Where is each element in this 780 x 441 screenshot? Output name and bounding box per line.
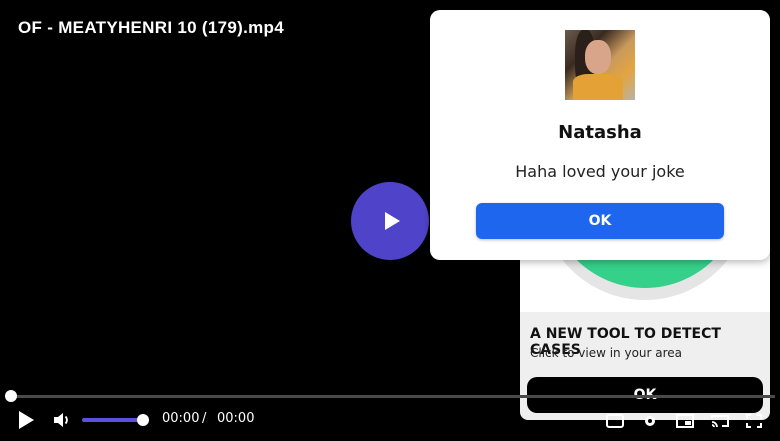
- progress-handle[interactable]: [5, 390, 17, 402]
- ad-subtitle: Click to view in your area: [530, 346, 683, 360]
- avatar-top: [573, 74, 623, 100]
- sender-name: Natasha: [558, 122, 642, 143]
- notification-ok-button[interactable]: OK: [476, 203, 724, 239]
- time-separator: /: [202, 411, 207, 426]
- notification-message: Haha loved your joke: [515, 162, 685, 181]
- avatar: [565, 30, 635, 100]
- volume-slider[interactable]: [82, 418, 144, 422]
- video-title: OF - MEATYHENRI 10 (179).mp4: [18, 18, 284, 37]
- captions-icon[interactable]: [606, 414, 624, 428]
- settings-icon[interactable]: [642, 413, 658, 429]
- avatar-face: [585, 40, 611, 74]
- cast-icon[interactable]: [711, 414, 729, 428]
- fullscreen-icon[interactable]: [746, 414, 762, 428]
- volume-handle[interactable]: [137, 414, 149, 426]
- progress-bar[interactable]: [10, 395, 775, 398]
- notification-dialog: Natasha Haha loved your joke OK: [430, 10, 770, 260]
- play-icon: [385, 212, 400, 230]
- duration: 00:00: [217, 411, 255, 426]
- volume-icon[interactable]: [52, 410, 72, 430]
- picture-in-picture-icon[interactable]: [676, 414, 694, 428]
- ad-card[interactable]: A NEW TOOL TO DETECT CASES Click to view…: [520, 240, 770, 420]
- current-time: 00:00: [162, 411, 200, 426]
- control-play-button[interactable]: [19, 411, 34, 429]
- play-button[interactable]: [351, 182, 429, 260]
